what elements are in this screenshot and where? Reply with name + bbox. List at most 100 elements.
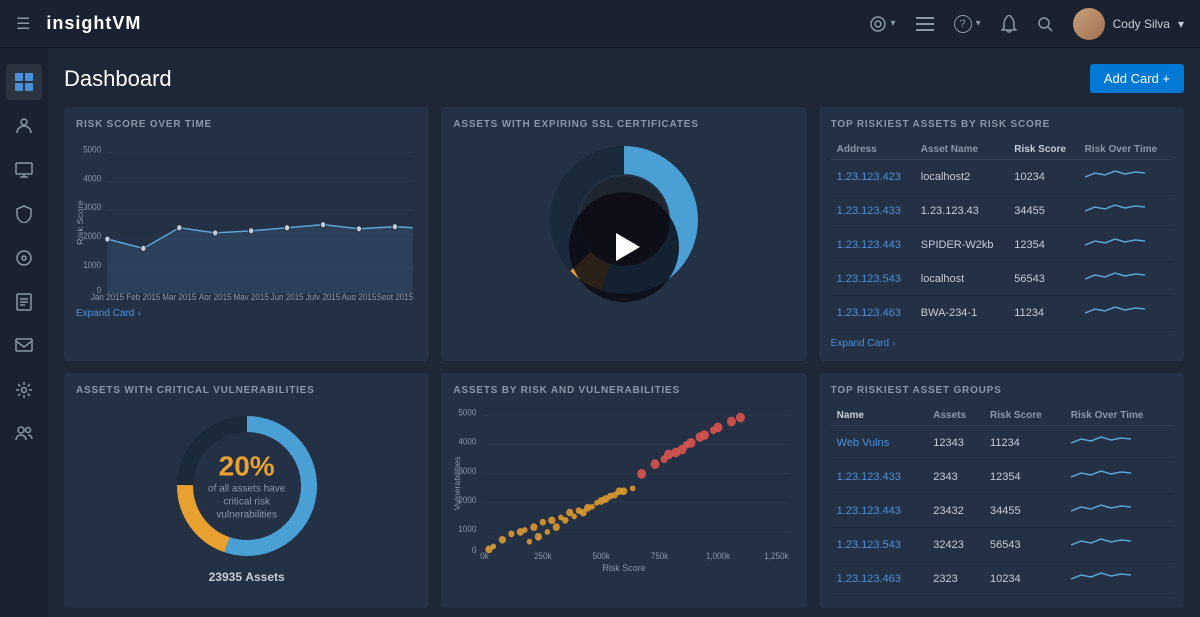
sidebar-item-integrations[interactable]	[6, 372, 42, 408]
hamburger-menu-icon[interactable]: ☰	[16, 14, 30, 34]
scatter-chart: 5000 4000 3000 2000 1000 0 0k 250k 500k …	[453, 406, 794, 561]
help-icon[interactable]: ? ▾	[954, 15, 981, 33]
col-score: Risk Score	[984, 406, 1065, 426]
col-name: Name	[831, 406, 928, 426]
sparkline-cell	[1079, 262, 1172, 296]
svg-text:Apr 2015: Apr 2015	[199, 291, 232, 300]
sparkline-cell	[1065, 494, 1172, 528]
search-icon[interactable]	[1037, 16, 1053, 32]
asset-address[interactable]: 1.23.123.443	[831, 228, 915, 262]
svg-text:1,250k: 1,250k	[765, 551, 790, 561]
sparkline-cell	[1079, 160, 1172, 194]
risk-score: 56543	[1008, 262, 1078, 296]
sparkline-cell	[1079, 296, 1172, 330]
sidebar-item-monitor[interactable]	[6, 152, 42, 188]
notifications-icon[interactable]	[1001, 15, 1017, 33]
risk-vulns-title: ASSETS BY RISK AND VULNERABILITIES	[453, 385, 794, 396]
svg-text:250k: 250k	[534, 551, 552, 561]
sparkline-cell	[1065, 426, 1172, 460]
list-view-icon[interactable]	[916, 17, 934, 31]
svg-text:Risk Score: Risk Score	[76, 200, 85, 245]
asset-name: SPIDER-W2kb	[915, 228, 1009, 262]
group-name[interactable]: 1.23.123.543	[831, 528, 928, 562]
table-row: 1.23.123.443 SPIDER-W2kb 12354	[831, 228, 1172, 262]
critical-sub: of all assets have critical risk vulnera…	[207, 483, 287, 522]
critical-vulns-center: 20% of all assets have critical risk vul…	[207, 451, 287, 522]
asset-name: localhost	[915, 262, 1009, 296]
svg-text:Feb 2015: Feb 2015	[126, 291, 160, 300]
sparkline-cell	[1065, 460, 1172, 494]
critical-vulns-card: ASSETS WITH CRITICAL VULNERABILITIES 20%…	[64, 373, 429, 608]
col-assets: Assets	[927, 406, 984, 426]
sidebar-item-messages[interactable]	[6, 328, 42, 364]
asset-address[interactable]: 1.23.123.463	[831, 296, 915, 330]
svg-text:Sept 2015: Sept 2015	[376, 291, 413, 300]
user-menu[interactable]: Cody Silva ▾	[1073, 8, 1184, 40]
svg-text:4000: 4000	[83, 173, 101, 184]
critical-vulns-title: ASSETS WITH CRITICAL VULNERABILITIES	[76, 385, 417, 396]
table-row: 1.23.123.433 2343 12354	[831, 460, 1172, 494]
asset-address[interactable]: 1.23.123.433	[831, 194, 915, 228]
group-name[interactable]: 1.23.123.463	[831, 562, 928, 596]
group-score: 12354	[984, 460, 1065, 494]
svg-text:1000: 1000	[459, 524, 477, 534]
svg-text:3000: 3000	[83, 202, 101, 213]
risk-score: 34455	[1008, 194, 1078, 228]
sparkline-cell	[1065, 562, 1172, 596]
expand-card-riskiest[interactable]: Expand Card ›	[831, 338, 1172, 349]
sidebar-item-threats[interactable]	[6, 196, 42, 232]
svg-text:Vulnerabilities: Vulnerabilities	[453, 457, 462, 511]
top-groups-card: TOP RISKIEST ASSET GROUPS Name Assets Ri…	[819, 373, 1184, 608]
col-address: Address	[831, 140, 915, 160]
asset-name: 1.23.123.43	[915, 194, 1009, 228]
svg-text:Jun 2015: Jun 2015	[270, 291, 303, 300]
svg-text:0: 0	[472, 545, 477, 555]
app-logo: insightVM	[46, 13, 141, 34]
asset-address[interactable]: 1.23.123.423	[831, 160, 915, 194]
group-name[interactable]: 1.23.123.443	[831, 494, 928, 528]
sparkline-cell	[1079, 194, 1172, 228]
sidebar-item-users[interactable]	[6, 416, 42, 452]
svg-text:5000: 5000	[83, 144, 101, 155]
table-row: 1.23.123.443 23432 34455	[831, 494, 1172, 528]
risk-score-title: RISK SCORE OVER TIME	[76, 119, 417, 130]
group-name: Web Vulns	[831, 426, 928, 460]
group-score: 11234	[984, 426, 1065, 460]
svg-text:2000: 2000	[83, 231, 101, 242]
group-name[interactable]: 1.23.123.433	[831, 460, 928, 494]
risk-score-chart: 5000 4000 3000 2000 1000 0 Risk Score	[76, 140, 417, 300]
col-risk-over-time: Risk Over Time	[1079, 140, 1172, 160]
col-risk-score: Risk Score	[1008, 140, 1078, 160]
group-assets: 12343	[927, 426, 984, 460]
group-score: 34455	[984, 494, 1065, 528]
risk-score: 11234	[1008, 296, 1078, 330]
svg-text:750k: 750k	[651, 551, 669, 561]
svg-text:500k: 500k	[593, 551, 611, 561]
sidebar-item-reports[interactable]	[6, 284, 42, 320]
asset-icon[interactable]: ▾	[869, 15, 896, 33]
add-card-button[interactable]: Add Card +	[1090, 64, 1184, 93]
asset-name: BWA-234-1	[915, 296, 1009, 330]
group-assets: 2323	[927, 562, 984, 596]
expand-card-risk[interactable]: Expand Card ›	[76, 308, 417, 319]
svg-text:Jan 2015: Jan 2015	[91, 291, 124, 300]
nav-left: ☰ insightVM	[16, 13, 141, 34]
sidebar-item-assets[interactable]	[6, 108, 42, 144]
svg-text:1,000k: 1,000k	[706, 551, 731, 561]
sidebar	[0, 48, 48, 617]
critical-pct: 20%	[207, 451, 287, 483]
scatter-x-label: Risk Score	[453, 563, 794, 573]
table-row: 1.23.123.433 1.23.123.43 34455	[831, 194, 1172, 228]
nav-right: ▾ ? ▾ Cody Silva ▾	[869, 8, 1184, 40]
ssl-certs-title: ASSETS WITH EXPIRING SSL CERTIFICATES	[453, 119, 794, 130]
sparkline-cell	[1079, 228, 1172, 262]
sidebar-item-dashboard[interactable]	[6, 64, 42, 100]
table-row: 1.23.123.543 localhost 56543	[831, 262, 1172, 296]
risk-score-card: RISK SCORE OVER TIME 5000 4000 3000 2000…	[64, 107, 429, 361]
sidebar-item-policies[interactable]	[6, 240, 42, 276]
asset-address[interactable]: 1.23.123.543	[831, 262, 915, 296]
video-play-button[interactable]	[569, 192, 679, 302]
group-assets: 32423	[927, 528, 984, 562]
svg-text:1000: 1000	[83, 259, 101, 270]
main-content: Dashboard Add Card + RISK SCORE OVER TIM…	[48, 48, 1200, 617]
